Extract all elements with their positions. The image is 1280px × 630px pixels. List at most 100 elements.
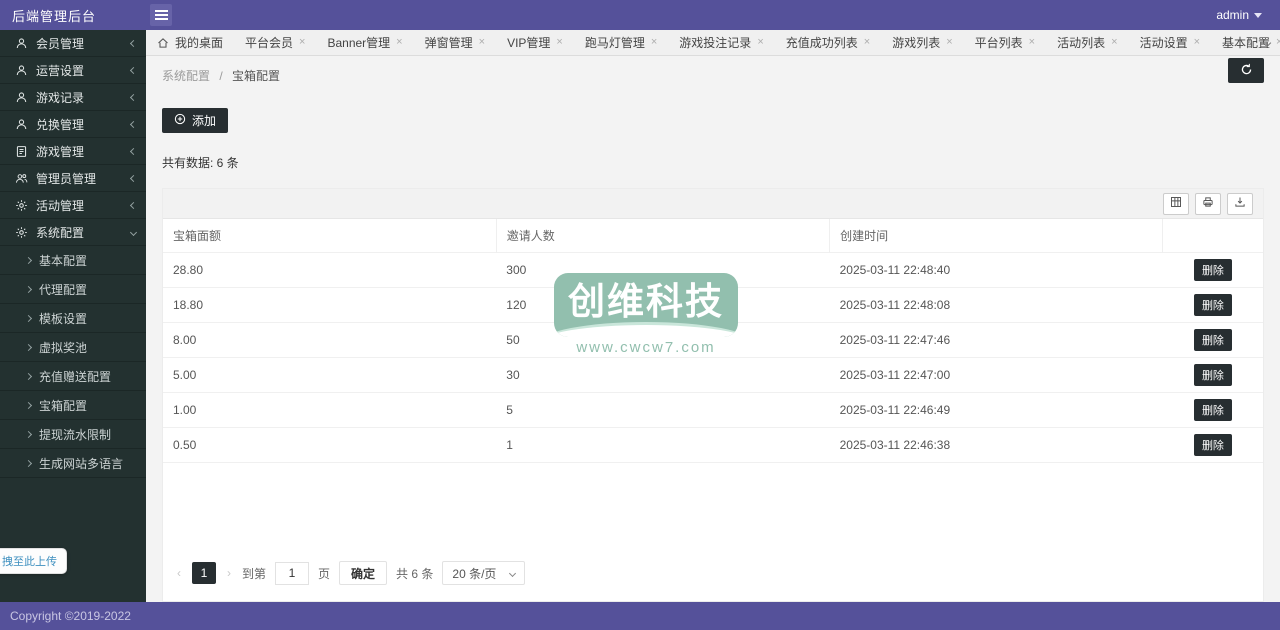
add-button[interactable]: 添加 xyxy=(162,108,229,133)
export-button[interactable] xyxy=(1227,192,1253,215)
col-header-amount: 宝箱面额 xyxy=(163,219,497,253)
sidebar-subitem-label: 宝箱配置 xyxy=(39,398,88,413)
next-page-button[interactable]: › xyxy=(225,566,233,580)
close-icon[interactable]: × xyxy=(757,37,763,48)
tab-home[interactable]: 我的桌面 xyxy=(146,30,234,55)
tab-label: 平台列表 xyxy=(974,36,1023,50)
sidebar-item[interactable]: 运营设置 xyxy=(0,57,146,84)
tab-item[interactable]: 跑马灯管理 × xyxy=(574,30,668,55)
page-jump-input[interactable] xyxy=(275,561,310,585)
page-size-value: 20 条/页 xyxy=(452,566,497,581)
breadcrumb-parent[interactable]: 系统配置 xyxy=(162,69,210,83)
main-layout: 会员管理 运营设置 游戏记录 兑换管理 游戏管理 管理员管理 活动管理 系统配置… xyxy=(0,30,1280,602)
delete-button[interactable]: 删除 xyxy=(1193,399,1232,421)
tab-overflow-button[interactable] xyxy=(1254,30,1280,55)
sidebar-subitem-label: 提现流水限制 xyxy=(39,427,112,442)
tab-item[interactable]: Banner管理 × xyxy=(316,30,413,55)
prev-page-button[interactable]: ‹ xyxy=(175,566,183,580)
chevron-icon xyxy=(129,201,138,209)
close-icon[interactable]: × xyxy=(299,37,305,48)
close-icon[interactable]: × xyxy=(1029,37,1035,48)
sidebar-toggle-button[interactable] xyxy=(150,4,172,26)
chevron-icon xyxy=(129,174,138,182)
tab-item[interactable]: VIP管理 × xyxy=(496,30,574,55)
sidebar-item[interactable]: 活动管理 xyxy=(0,192,146,219)
table-card: 宝箱面额 邀请人数 创建时间 28.80 300 2025-03-11 22:4… xyxy=(162,188,1264,602)
sidebar-subitem[interactable]: 充值赠送配置 xyxy=(0,362,146,391)
close-icon[interactable]: × xyxy=(1111,37,1117,48)
chevron-icon xyxy=(129,39,138,47)
tab-item[interactable]: 平台列表 × xyxy=(964,30,1046,55)
jump-suffix-label: 页 xyxy=(318,566,331,581)
cell-amount: 28.80 xyxy=(163,252,497,288)
sidebar-item[interactable]: 游戏管理 xyxy=(0,138,146,165)
chevron-right-icon xyxy=(24,256,33,264)
tab-label: 游戏投注记录 xyxy=(679,36,752,50)
close-icon[interactable]: × xyxy=(946,37,952,48)
tab-item[interactable]: 活动列表 × xyxy=(1046,30,1128,55)
gear-icon xyxy=(14,225,28,239)
sidebar-item[interactable]: 游戏记录 xyxy=(0,84,146,111)
sidebar-subitem[interactable]: 模板设置 xyxy=(0,304,146,333)
delete-button[interactable]: 删除 xyxy=(1193,259,1232,281)
tab-item[interactable]: 充值成功列表 × xyxy=(775,30,881,55)
download-icon xyxy=(1234,195,1246,213)
tab-label: 平台会员 xyxy=(245,36,294,50)
table-row: 0.50 1 2025-03-11 22:46:38 删除 xyxy=(163,427,1263,462)
tab-item[interactable]: 游戏投注记录 × xyxy=(668,30,774,55)
delete-button[interactable]: 删除 xyxy=(1193,434,1232,456)
user-icon xyxy=(14,36,28,50)
sidebar-item-label: 会员管理 xyxy=(36,36,85,51)
tab-item[interactable]: 活动设置 × xyxy=(1129,30,1211,55)
cell-ops: 删除 xyxy=(1162,427,1263,462)
sidebar-item-label: 游戏记录 xyxy=(36,90,85,105)
tab-item[interactable]: 平台会员 × xyxy=(234,30,316,55)
close-icon[interactable]: × xyxy=(396,37,402,48)
user-icon xyxy=(14,90,28,104)
page-size-select[interactable]: 20 条/页 xyxy=(442,561,526,585)
current-page-button[interactable]: 1 xyxy=(192,562,216,584)
close-icon[interactable]: × xyxy=(651,37,657,48)
cell-ops: 删除 xyxy=(1162,252,1263,288)
close-icon[interactable]: × xyxy=(1194,37,1200,48)
columns-filter-button[interactable] xyxy=(1163,192,1189,215)
cell-ops: 删除 xyxy=(1162,322,1263,358)
refresh-button[interactable] xyxy=(1228,58,1264,83)
breadcrumb-current: 宝箱配置 xyxy=(232,69,281,83)
tab-item[interactable]: 游戏列表 × xyxy=(881,30,963,55)
sidebar-item-label: 兑换管理 xyxy=(36,117,85,132)
close-icon[interactable]: × xyxy=(864,37,870,48)
sidebar-subitem[interactable]: 提现流水限制 xyxy=(0,420,146,449)
home-icon xyxy=(157,37,169,49)
delete-button[interactable]: 删除 xyxy=(1193,329,1232,351)
drag-upload-hint[interactable]: 拽至此上传 xyxy=(0,548,67,574)
sidebar-subitem[interactable]: 代理配置 xyxy=(0,275,146,304)
sidebar-item[interactable]: 会员管理 xyxy=(0,30,146,57)
cell-amount: 18.80 xyxy=(163,287,497,323)
cell-invites: 30 xyxy=(496,357,830,393)
table-row: 28.80 300 2025-03-11 22:48:40 删除 xyxy=(163,252,1263,288)
sidebar-item-label: 管理员管理 xyxy=(36,171,97,186)
cell-created: 2025-03-11 22:46:38 xyxy=(829,427,1163,462)
sidebar-item[interactable]: 管理员管理 xyxy=(0,165,146,192)
sidebar-item[interactable]: 系统配置 xyxy=(0,219,146,246)
sidebar-subitem[interactable]: 宝箱配置 xyxy=(0,391,146,420)
sidebar-subitem[interactable]: 基本配置 xyxy=(0,246,146,275)
jump-confirm-button[interactable]: 确定 xyxy=(339,561,388,585)
delete-button[interactable]: 删除 xyxy=(1193,364,1232,386)
close-icon[interactable]: × xyxy=(556,37,562,48)
sidebar-subitem[interactable]: 虚拟奖池 xyxy=(0,333,146,362)
sidebar-item-label: 系统配置 xyxy=(36,225,85,240)
sidebar-subitem-label: 生成网站多语言 xyxy=(39,456,124,471)
printer-icon xyxy=(1202,195,1214,213)
close-icon[interactable]: × xyxy=(479,37,485,48)
tab-item[interactable]: 弹窗管理 × xyxy=(414,30,496,55)
print-button[interactable] xyxy=(1195,192,1221,215)
delete-button[interactable]: 删除 xyxy=(1193,294,1232,316)
sidebar-item[interactable]: 兑换管理 xyxy=(0,111,146,138)
table-row: 5.00 30 2025-03-11 22:47:00 删除 xyxy=(163,357,1263,393)
users-icon xyxy=(14,171,28,185)
sidebar-subitem[interactable]: 生成网站多语言 xyxy=(0,449,146,478)
tab-label: 弹窗管理 xyxy=(424,36,473,50)
user-menu[interactable]: admin xyxy=(1216,8,1262,22)
